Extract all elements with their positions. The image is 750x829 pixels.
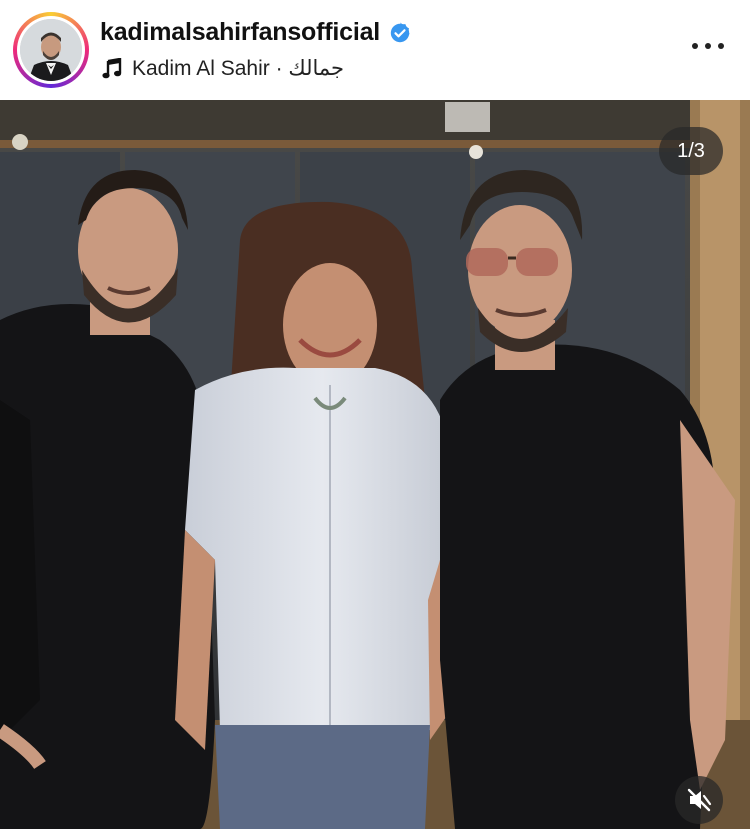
music-note-icon — [102, 57, 122, 78]
more-dot — [705, 43, 711, 49]
username-row: kadimalsahirfansofficial — [100, 18, 412, 47]
carousel-counter: 1/3 — [659, 127, 723, 175]
avatar-border — [17, 16, 85, 84]
post-header: kadimalsahirfansofficial Kadim Al Sahir … — [0, 0, 750, 100]
story-ring[interactable] — [13, 12, 89, 88]
mute-button[interactable] — [675, 776, 723, 824]
more-dot — [692, 43, 698, 49]
photo-image — [0, 100, 750, 829]
avatar-image — [20, 19, 82, 81]
username[interactable]: kadimalsahirfansofficial — [100, 18, 380, 47]
more-dot — [718, 43, 724, 49]
verified-badge-icon — [390, 22, 410, 42]
more-options-icon[interactable] — [692, 36, 724, 56]
audio-label[interactable]: Kadim Al Sahir · جمالك — [132, 56, 344, 81]
speaker-muted-icon — [687, 788, 712, 812]
audio-row[interactable]: Kadim Al Sahir · جمالك — [102, 56, 344, 81]
post-photo[interactable] — [0, 100, 750, 829]
avatar — [20, 19, 82, 81]
